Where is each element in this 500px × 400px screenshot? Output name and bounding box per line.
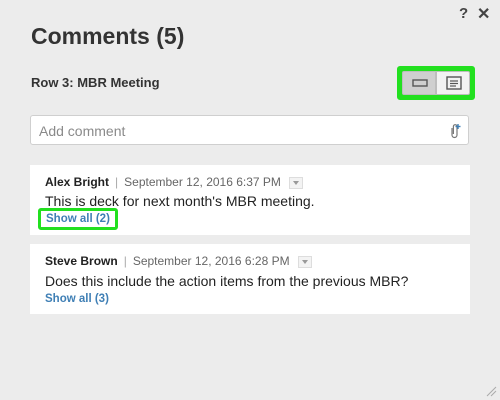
comment-menu-dropdown-icon[interactable] <box>288 176 303 189</box>
show-all-link[interactable]: Show all (2) <box>38 208 118 230</box>
view-toggle <box>397 66 475 100</box>
comment-separator: | <box>123 254 127 268</box>
collapsed-view-icon <box>412 79 428 87</box>
show-all-link[interactable]: Show all (3) <box>45 293 109 305</box>
comments-panel: ? ✕ Comments (5) Row 3: MBR Meeting Add … <box>0 0 500 400</box>
comment-separator: | <box>115 175 119 189</box>
comment-text: This is deck for next month's MBR meetin… <box>45 193 315 209</box>
comment-menu-dropdown-icon[interactable] <box>297 255 312 268</box>
expanded-view-button[interactable] <box>436 71 470 95</box>
row-label: Row 3: MBR Meeting <box>31 75 160 90</box>
comment-date: September 12, 2016 6:37 PM <box>124 175 281 189</box>
comment-text: Does this include the action items from … <box>45 273 409 289</box>
panel-title: Comments (5) <box>31 23 185 49</box>
comment-card: Alex Bright | September 12, 2016 6:37 PM T… <box>30 165 470 235</box>
comment-card: Steve Brown | September 12, 2016 6:28 PM D… <box>30 244 470 314</box>
paperclip-add-icon[interactable] <box>448 122 462 145</box>
add-comment-input[interactable] <box>37 121 441 141</box>
comment-header: Steve Brown | September 12, 2016 6:28 PM <box>45 254 312 268</box>
expanded-view-icon <box>446 76 462 90</box>
resize-grip-icon[interactable] <box>485 385 497 397</box>
comment-header: Alex Bright | September 12, 2016 6:37 PM <box>45 175 303 189</box>
add-comment-box <box>30 115 469 145</box>
collapsed-view-button[interactable] <box>402 71 436 95</box>
comment-date: September 12, 2016 6:28 PM <box>132 254 290 268</box>
close-button[interactable]: ✕ <box>477 4 490 24</box>
comment-author: Alex Bright <box>45 175 110 189</box>
comment-author: Steve Brown <box>45 254 118 268</box>
help-button[interactable]: ? <box>459 5 468 22</box>
